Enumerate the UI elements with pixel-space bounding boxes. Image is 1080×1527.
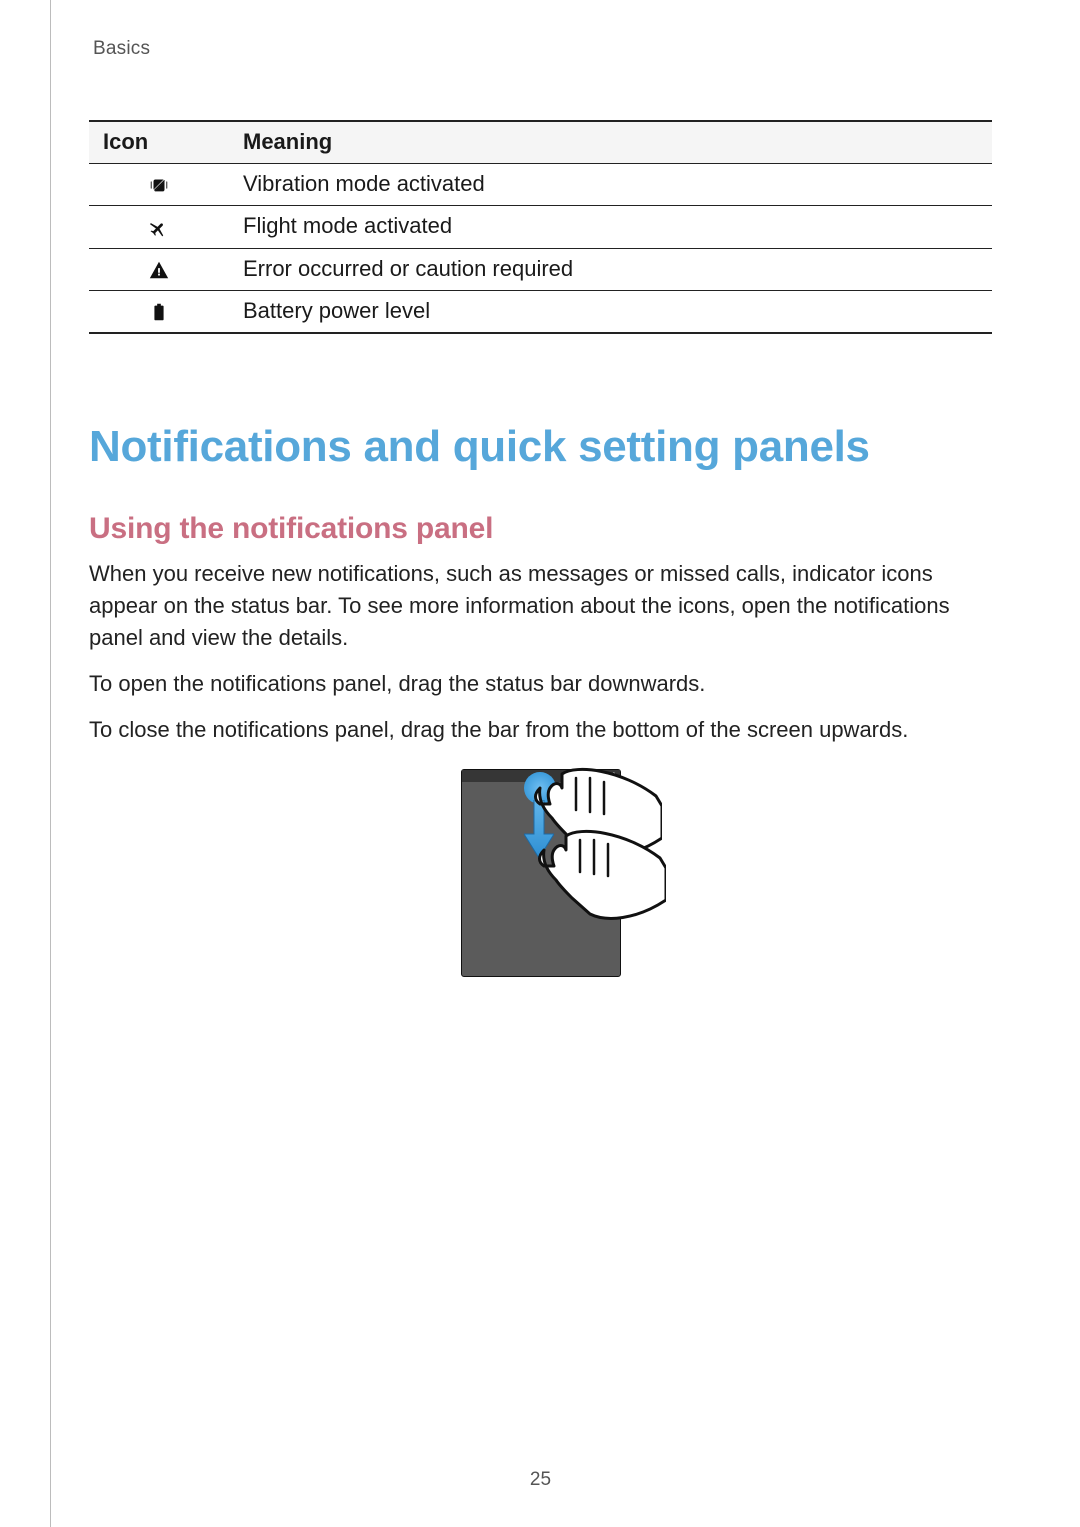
- battery-icon: [89, 290, 229, 333]
- table-header-row: Icon Meaning: [89, 121, 992, 164]
- table-header-icon: Icon: [89, 121, 229, 164]
- page-number: 25: [51, 1469, 1030, 1491]
- page-container: Basics Icon Meaning Vibration mode activ…: [50, 0, 1030, 1527]
- subsection-title: Using the notifications panel: [89, 512, 992, 546]
- table-cell-meaning: Battery power level: [229, 290, 992, 333]
- warning-icon: [89, 248, 229, 290]
- table-header-meaning: Meaning: [229, 121, 992, 164]
- table-cell-meaning: Error occurred or caution required: [229, 248, 992, 290]
- hand-pointer-icon: [536, 828, 666, 933]
- body-paragraph: When you receive new notifications, such…: [89, 558, 992, 654]
- device-screen: 10:00: [461, 769, 621, 977]
- table-cell-meaning: Flight mode activated: [229, 206, 992, 248]
- table-row: Flight mode activated: [89, 206, 992, 248]
- body-paragraph: To open the notifications panel, drag th…: [89, 668, 992, 700]
- table-row: Battery power level: [89, 290, 992, 333]
- vibration-icon: [89, 164, 229, 206]
- running-head: Basics: [89, 0, 992, 60]
- table-row: Error occurred or caution required: [89, 248, 992, 290]
- icon-meaning-table: Icon Meaning Vibration mode activated Fl…: [89, 120, 992, 334]
- section-title: Notifications and quick setting panels: [89, 422, 992, 472]
- body-paragraph: To close the notifications panel, drag t…: [89, 714, 992, 746]
- table-row: Vibration mode activated: [89, 164, 992, 206]
- table-cell-meaning: Vibration mode activated: [229, 164, 992, 206]
- airplane-icon: [89, 206, 229, 248]
- gesture-figure: 10:00: [89, 769, 992, 977]
